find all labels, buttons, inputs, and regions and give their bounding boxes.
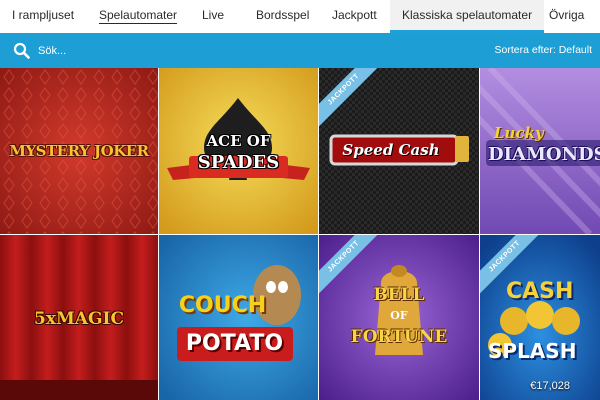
game-title: 5xMAGIC	[34, 309, 124, 329]
game-title-line2: DIAMONDS	[488, 144, 600, 165]
tab-spotlight[interactable]: I rampljuset	[12, 0, 74, 33]
game-title-line1: Lucky	[494, 124, 544, 142]
category-nav: I rampljuset Spelautomater Live Bordsspe…	[0, 0, 600, 33]
tab-live[interactable]: Live	[202, 0, 224, 33]
game-tile-lucky-diamonds[interactable]: Lucky DIAMONDS	[480, 68, 600, 234]
tab-jackpot[interactable]: Jackpott	[332, 0, 377, 33]
ace-of-spades-artwork	[159, 68, 318, 234]
search-input[interactable]	[38, 40, 338, 61]
game-title: MYSTERY JOKER	[9, 142, 149, 160]
game-tile-cash-splash[interactable]: JACKPOTT CASH SPLASH €17,028	[480, 235, 600, 400]
tab-other[interactable]: Övriga	[549, 0, 584, 33]
tab-slots-label: Spelautomater	[99, 8, 178, 24]
tab-table-games[interactable]: Bordsspel	[256, 0, 309, 33]
game-title: Speed Cash	[342, 141, 440, 159]
game-title-line2: SPLASH	[488, 339, 577, 363]
game-tile-mystery-joker[interactable]: MYSTERY JOKER	[0, 68, 158, 234]
search-icon[interactable]	[13, 42, 30, 59]
game-tile-speed-cash[interactable]: JACKPOTT Speed Cash	[319, 68, 479, 234]
game-title-line3: FORTUNE	[350, 327, 448, 347]
game-title-line2: POTATO	[185, 331, 284, 356]
tab-classic-slots[interactable]: Klassiska spelautomater	[390, 0, 545, 33]
game-title-line1: CASH	[506, 279, 574, 304]
game-tile-ace-of-spades[interactable]: ACE OF SPADES	[159, 68, 318, 234]
game-title-line2: SPADES	[197, 152, 280, 173]
game-title-line1: ACE OF	[206, 132, 271, 150]
jackpot-amount: €17,028	[530, 380, 570, 392]
game-title-line1: BELL	[373, 285, 425, 305]
sort-dropdown[interactable]: Sortera efter: Default	[495, 44, 592, 56]
tab-slots[interactable]: Spelautomater	[99, 0, 178, 33]
game-tile-5xmagic[interactable]: 5xMAGIC	[0, 235, 158, 400]
game-grid: MYSTERY JOKER ACE OF SPADES JACKPOTT Spe…	[0, 68, 600, 400]
game-title-line1: COUCH	[178, 293, 267, 318]
game-title-line2: OF	[390, 309, 408, 322]
game-tile-bell-of-fortune[interactable]: JACKPOTT BELL OF FORTUNE	[319, 235, 479, 400]
search-bar: Sortera efter: Default	[0, 33, 600, 68]
game-tile-couch-potato[interactable]: COUCH POTATO	[159, 235, 318, 400]
